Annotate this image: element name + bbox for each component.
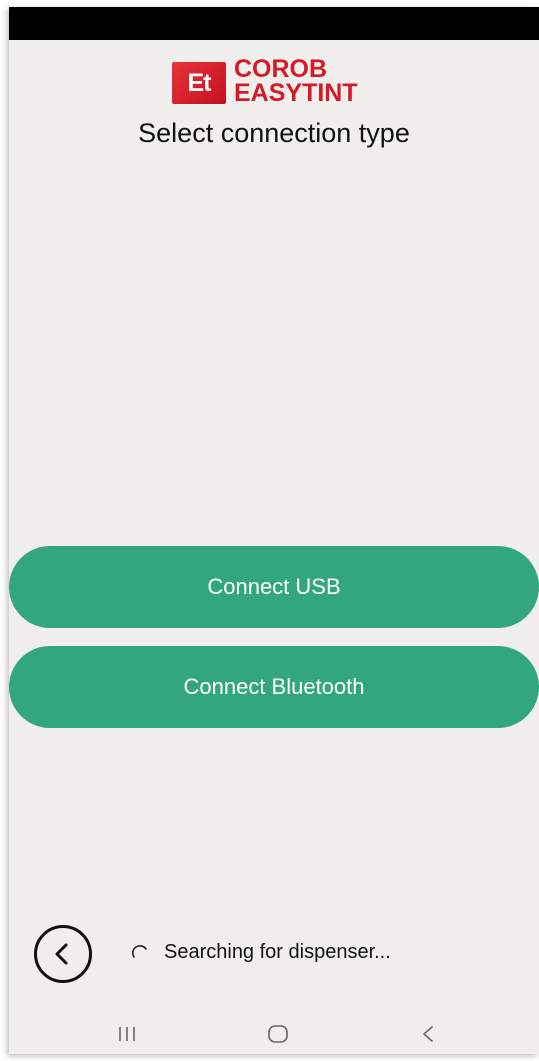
back-arrow-icon: [55, 943, 68, 965]
recents-icon: [119, 1026, 135, 1041]
loading-spinner-icon: [131, 945, 147, 958]
app-screen: Et COROB EASYTINT Select connection type…: [9, 7, 539, 1054]
nav-back-icon: [423, 1025, 433, 1042]
brand-name-line1: COROB: [234, 55, 328, 83]
system-nav-bar: [9, 1013, 539, 1054]
brand-logo-text: COROB EASYTINT: [234, 55, 358, 107]
status-text: Searching for dispenser...: [164, 941, 391, 963]
status-bar: [9, 7, 539, 40]
recents-button[interactable]: [97, 1013, 157, 1054]
connect-usb-button[interactable]: Connect USB: [9, 546, 539, 628]
phone-frame: Et COROB EASYTINT Select connection type…: [0, 0, 539, 1061]
back-button[interactable]: [34, 925, 92, 983]
page-title: Select connection type: [138, 118, 410, 148]
home-icon: [268, 1024, 288, 1043]
nav-back-button[interactable]: [398, 1013, 458, 1054]
brand-logo-mark: Et: [172, 62, 226, 104]
home-button[interactable]: [248, 1013, 308, 1054]
brand-logo: Et COROB EASYTINT: [172, 57, 402, 109]
brand-name-line2: EASYTINT: [234, 79, 358, 107]
connect-bluetooth-button[interactable]: Connect Bluetooth: [9, 646, 539, 728]
